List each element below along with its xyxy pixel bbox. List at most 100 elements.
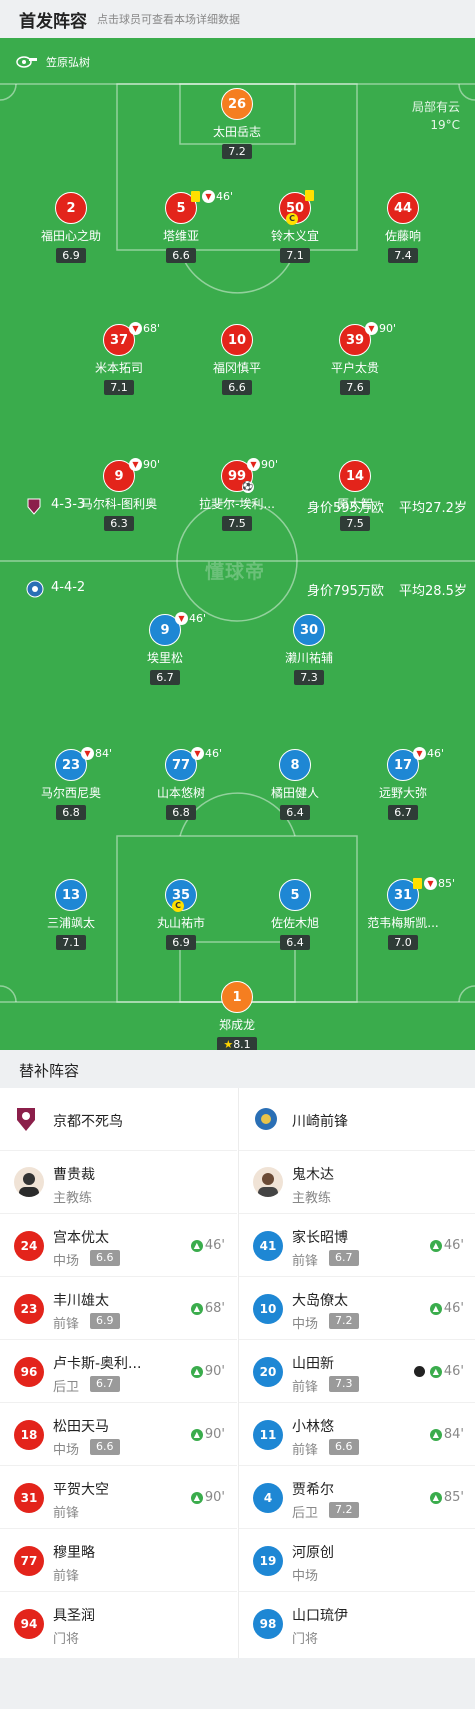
sub-in-time: ▲ 46' xyxy=(413,1364,464,1379)
player-home-50[interactable]: 50 C 铃木义宜 7.1 xyxy=(240,190,350,263)
coach-name: 曹贵裁 xyxy=(53,1167,95,1183)
sub-number: 20 xyxy=(253,1357,283,1387)
player-home-10[interactable]: 10 福冈慎平 6.6 xyxy=(182,324,292,395)
player-home-2[interactable]: 2 福田心之助 6.9 xyxy=(16,192,126,263)
sub-off-icon: ▼ xyxy=(413,747,426,760)
player-rating: 6.6 xyxy=(222,380,252,395)
sub-in-icon: ▲ xyxy=(429,1302,442,1315)
player-away-13[interactable]: 13 三浦飒太 7.1 xyxy=(16,879,126,950)
player-home-37[interactable]: 37 ▼ 68' 米本拓司 7.1 xyxy=(64,322,174,395)
coach-avatar xyxy=(253,1167,283,1197)
player-rating: 7.1 xyxy=(104,380,134,395)
player-events: ▼ 46' xyxy=(175,612,206,625)
player-number: 1 xyxy=(221,981,253,1013)
sub-position: 前锋 xyxy=(53,1317,80,1332)
player-home-44[interactable]: 44 佐藤响 7.4 xyxy=(348,192,458,263)
sub-row[interactable]: 31 平贺大空 前锋 ▲ 90' xyxy=(0,1466,237,1529)
player-name: 拉斐尔-埃利... xyxy=(199,497,275,511)
player-away-8[interactable]: 8 橘田健人 6.4 xyxy=(240,749,350,820)
player-number: 8 xyxy=(279,749,311,781)
sub-row[interactable]: 98 山口琉伊 门将 xyxy=(239,1592,475,1655)
player-rating: 7.6 xyxy=(340,380,370,395)
player-rating: 7.1 xyxy=(280,248,310,263)
sub-rating: 6.6 xyxy=(90,1439,120,1455)
sub-in-minute: 90' xyxy=(204,1427,225,1442)
sub-off-icon: ▼ xyxy=(191,747,204,760)
sub-in-minute: 46' xyxy=(443,1238,464,1253)
sub-in-time: ▲ 90' xyxy=(190,1490,225,1505)
sub-row[interactable]: 10 大岛僚太 中场 7.2 ▲ 46' xyxy=(239,1277,475,1340)
player-name: 马尔科-图利奥 xyxy=(80,497,158,511)
player-away-5[interactable]: 5 佐佐木旭 6.4 xyxy=(240,879,350,950)
sub-off-icon: ▼ xyxy=(202,190,215,203)
sub-in-icon: ▲ xyxy=(190,1491,203,1504)
lineup-header: 首发阵容 点击球员可查看本场详细数据 xyxy=(0,0,475,38)
player-name: 福田心之助 xyxy=(40,229,101,243)
sub-rating: 7.3 xyxy=(329,1376,359,1392)
sub-position: 前锋 xyxy=(53,1569,80,1584)
sub-off-icon: ▼ xyxy=(424,877,437,890)
home-team-name: 京都不死鸟 xyxy=(53,1114,123,1130)
player-away-17[interactable]: 17 ▼ 46' 远野大弥 6.7 xyxy=(348,747,458,820)
away-coach-row[interactable]: 鬼木达 主教练 xyxy=(239,1151,475,1214)
player-rating: 6.9 xyxy=(56,248,86,263)
player-away-gk[interactable]: 1 郑成龙 ★8.1 xyxy=(182,981,292,1050)
sub-name: 山田新 xyxy=(292,1356,334,1372)
home-coach-row[interactable]: 曹贵裁 主教练 xyxy=(0,1151,237,1214)
player-number: 10 xyxy=(221,324,253,356)
page-title: 首发阵容 xyxy=(19,12,87,32)
player-home-9[interactable]: 9 ▼ 90' 马尔科-图利奥 6.3 xyxy=(64,458,174,531)
player-home-14[interactable]: 14 原大智 7.5 xyxy=(300,460,410,531)
sub-row[interactable]: 24 宫本优太 中场 6.6 ▲ 46' xyxy=(0,1214,237,1277)
player-home-99[interactable]: 99 ⚽ ▼ 90' 拉斐尔-埃利... 7.5 xyxy=(182,458,292,531)
player-number: 44 xyxy=(387,192,419,224)
sub-row[interactable]: 77 穆里略 前锋 xyxy=(0,1529,237,1592)
player-rating: 6.4 xyxy=(280,935,310,950)
sub-row[interactable]: 23 丰川雄太 前锋 6.9 ▲ 68' xyxy=(0,1277,237,1340)
player-name: 远野大弥 xyxy=(378,786,427,800)
sub-row[interactable]: 96 卢卡斯-奥利... 后卫 6.7 ▲ 90' xyxy=(0,1340,237,1403)
sub-name: 家长昭博 xyxy=(292,1230,348,1246)
coach-name: 鬼木达 xyxy=(292,1167,334,1183)
player-events: ▼ 90' xyxy=(365,322,396,335)
player-home-gk[interactable]: 26 太田岳志 7.2 xyxy=(182,88,292,159)
player-home-5[interactable]: 5 ▼ 46' 塔维亚 6.6 xyxy=(126,190,236,263)
player-away-9[interactable]: 9 ▼ 46' 埃里松 6.7 xyxy=(110,612,220,685)
away-team-name: 川崎前锋 xyxy=(292,1114,348,1130)
event-minute: 90' xyxy=(379,322,397,335)
referee-name: 笠原弘树 xyxy=(46,56,90,69)
weather-temperature: 19°C xyxy=(430,118,460,132)
sub-in-time: ▲ 46' xyxy=(429,1301,464,1316)
sub-rating: 6.7 xyxy=(90,1376,120,1392)
sub-number: 41 xyxy=(253,1231,283,1261)
player-away-30[interactable]: 30 濑川祐辅 7.3 xyxy=(254,614,364,685)
sub-row[interactable]: 18 松田天马 中场 6.6 ▲ 90' xyxy=(0,1403,237,1466)
player-away-35[interactable]: 35 C 丸山祐市 6.9 xyxy=(126,879,236,950)
sub-row[interactable]: 19 河原创 中场 xyxy=(239,1529,475,1592)
player-events: ▼ 46' xyxy=(191,747,222,760)
away-team-row[interactable]: 川崎前锋 xyxy=(239,1088,475,1151)
player-away-77[interactable]: 77 ▼ 46' 山本悠树 6.8 xyxy=(126,747,236,820)
sub-row[interactable]: 20 山田新 前锋 7.3 ▲ 46' xyxy=(239,1340,475,1403)
player-events: ▼ 84' xyxy=(81,747,112,760)
player-name: 塔维亚 xyxy=(162,229,199,243)
player-away-31[interactable]: 31 ▼ 85' 范韦梅斯凯... 7.0 xyxy=(348,877,458,950)
sub-row[interactable]: 11 小林悠 前锋 6.6 ▲ 84' xyxy=(239,1403,475,1466)
coach-role: 主教练 xyxy=(292,1191,332,1206)
sub-row[interactable]: 41 家长昭博 前锋 6.7 ▲ 46' xyxy=(239,1214,475,1277)
player-name: 佐佐木旭 xyxy=(270,916,319,930)
sub-in-minute: 84' xyxy=(443,1427,464,1442)
player-name: 丸山祐市 xyxy=(156,916,205,930)
player-rating: 6.9 xyxy=(166,935,196,950)
player-name: 范韦梅斯凯... xyxy=(367,916,439,930)
player-home-39[interactable]: 39 ▼ 90' 平户太贵 7.6 xyxy=(300,322,410,395)
sub-name: 具圣润 xyxy=(53,1608,95,1624)
sub-in-minute: 68' xyxy=(204,1301,225,1316)
home-team-row[interactable]: 京都不死鸟 xyxy=(0,1088,237,1151)
event-minute: 68' xyxy=(143,322,161,335)
sub-row[interactable]: 4 贾希尔 后卫 7.2 ▲ 85' xyxy=(239,1466,475,1529)
sub-row[interactable]: 94 具圣润 门将 xyxy=(0,1592,237,1655)
player-number: 30 xyxy=(293,614,325,646)
player-away-23[interactable]: 23 ▼ 84' 马尔西尼奥 6.8 xyxy=(16,747,126,820)
captain-icon: C xyxy=(172,900,184,912)
